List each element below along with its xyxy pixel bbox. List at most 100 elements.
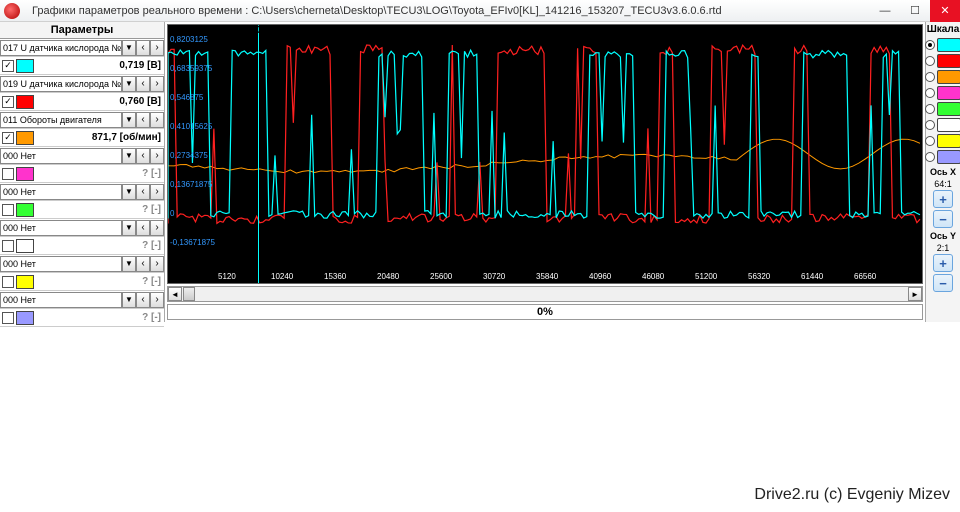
scale-color-5[interactable] — [937, 118, 960, 132]
zoom-y-in-button[interactable]: + — [933, 254, 953, 272]
param-prev-5[interactable]: ‹ — [136, 220, 150, 236]
x-tick: 40960 — [589, 272, 611, 281]
param-next-7[interactable]: › — [150, 292, 164, 308]
param-color-3[interactable] — [16, 167, 34, 181]
scale-radio-4[interactable] — [925, 104, 935, 114]
param-next-5[interactable]: › — [150, 220, 164, 236]
param-checkbox-0[interactable] — [2, 60, 14, 72]
param-select-6[interactable]: 000 Нет — [0, 256, 122, 272]
param-next-0[interactable]: › — [150, 40, 164, 56]
param-next-3[interactable]: › — [150, 148, 164, 164]
param-checkbox-5[interactable] — [2, 240, 14, 252]
scale-color-7[interactable] — [937, 150, 960, 164]
param-dropdown-3[interactable]: ▼ — [122, 148, 136, 164]
scale-color-6[interactable] — [937, 134, 960, 148]
param-select-2[interactable]: 011 Обороты двигателя — [0, 112, 122, 128]
scale-panel: Шкала Ось X 64:1 + − Ось Y 2:1 + − — [925, 22, 960, 322]
param-dropdown-1[interactable]: ▼ — [122, 76, 136, 92]
param-next-4[interactable]: › — [150, 184, 164, 200]
param-prev-6[interactable]: ‹ — [136, 256, 150, 272]
param-checkbox-2[interactable] — [2, 132, 14, 144]
scale-radio-2[interactable] — [925, 72, 935, 82]
x-tick: 30720 — [483, 272, 505, 281]
param-value-3: ? [-] — [36, 168, 164, 179]
param-color-1[interactable] — [16, 95, 34, 109]
param-checkbox-4[interactable] — [2, 204, 14, 216]
scale-color-3[interactable] — [937, 86, 960, 100]
y-tick: 0,13671875 — [170, 180, 212, 189]
param-dropdown-5[interactable]: ▼ — [122, 220, 136, 236]
param-dropdown-7[interactable]: ▼ — [122, 292, 136, 308]
zoom-x-out-button[interactable]: − — [933, 210, 953, 228]
chart-canvas[interactable]: 0,82031250,683593750,5468750,410156250,2… — [167, 24, 923, 284]
maximize-button[interactable]: ☐ — [900, 0, 930, 22]
x-tick: 51200 — [695, 272, 717, 281]
param-checkbox-7[interactable] — [2, 312, 14, 324]
param-checkbox-1[interactable] — [2, 96, 14, 108]
param-select-7[interactable]: 000 Нет — [0, 292, 122, 308]
horizontal-scrollbar[interactable]: ◄ ► — [167, 286, 923, 302]
scroll-right-arrow[interactable]: ► — [908, 287, 922, 301]
close-button[interactable]: ✕ — [930, 0, 960, 22]
scale-color-0[interactable] — [937, 38, 960, 52]
scale-radio-7[interactable] — [925, 152, 935, 162]
x-tick: 10240 — [271, 272, 293, 281]
scale-color-2[interactable] — [937, 70, 960, 84]
param-select-1[interactable]: 019 U датчика кислорода №1. Банк 2 — [0, 76, 122, 92]
param-select-3[interactable]: 000 Нет — [0, 148, 122, 164]
param-prev-7[interactable]: ‹ — [136, 292, 150, 308]
param-color-4[interactable] — [16, 203, 34, 217]
scale-color-4[interactable] — [937, 102, 960, 116]
scroll-thumb[interactable] — [183, 287, 195, 301]
param-value-2: 871,7 [об/мин] — [36, 132, 164, 143]
param-dropdown-4[interactable]: ▼ — [122, 184, 136, 200]
zoom-y-out-button[interactable]: − — [933, 274, 953, 292]
param-prev-0[interactable]: ‹ — [136, 40, 150, 56]
param-dropdown-0[interactable]: ▼ — [122, 40, 136, 56]
x-tick: 35840 — [536, 272, 558, 281]
x-tick: 56320 — [748, 272, 770, 281]
param-next-6[interactable]: › — [150, 256, 164, 272]
x-tick: 61440 — [801, 272, 823, 281]
x-tick: 20480 — [377, 272, 399, 281]
param-value-4: ? [-] — [36, 204, 164, 215]
param-dropdown-6[interactable]: ▼ — [122, 256, 136, 272]
parameters-sidebar: Параметры 017 U датчика кислорода №1. Ба… — [0, 22, 165, 322]
zoom-x-in-button[interactable]: + — [933, 190, 953, 208]
param-checkbox-3[interactable] — [2, 168, 14, 180]
param-select-0[interactable]: 017 U датчика кислорода №1. Банк 1 — [0, 40, 122, 56]
y-tick: 0,68359375 — [170, 64, 212, 73]
sidebar-header: Параметры — [0, 22, 164, 39]
scale-header: Шкала — [927, 22, 960, 37]
param-color-6[interactable] — [16, 275, 34, 289]
scale-radio-6[interactable] — [925, 136, 935, 146]
y-tick: 0,41015625 — [170, 122, 212, 131]
param-select-5[interactable]: 000 Нет — [0, 220, 122, 236]
scroll-left-arrow[interactable]: ◄ — [168, 287, 182, 301]
param-color-5[interactable] — [16, 239, 34, 253]
param-next-2[interactable]: › — [150, 112, 164, 128]
scale-radio-5[interactable] — [925, 120, 935, 130]
param-prev-3[interactable]: ‹ — [136, 148, 150, 164]
param-checkbox-6[interactable] — [2, 276, 14, 288]
scale-radio-0[interactable] — [925, 40, 935, 50]
minimize-button[interactable]: — — [870, 0, 900, 22]
param-prev-1[interactable]: ‹ — [136, 76, 150, 92]
param-select-4[interactable]: 000 Нет — [0, 184, 122, 200]
param-prev-2[interactable]: ‹ — [136, 112, 150, 128]
scale-radio-3[interactable] — [925, 88, 935, 98]
scale-radio-1[interactable] — [925, 56, 935, 66]
app-icon — [4, 3, 20, 19]
param-color-0[interactable] — [16, 59, 34, 73]
param-value-1: 0,760 [В] — [36, 96, 164, 107]
x-tick: 66560 — [854, 272, 876, 281]
param-color-2[interactable] — [16, 131, 34, 145]
param-dropdown-2[interactable]: ▼ — [122, 112, 136, 128]
param-color-7[interactable] — [16, 311, 34, 325]
axis-y-ratio: 2:1 — [937, 243, 950, 253]
param-next-1[interactable]: › — [150, 76, 164, 92]
scale-color-1[interactable] — [937, 54, 960, 68]
param-prev-4[interactable]: ‹ — [136, 184, 150, 200]
time-cursor[interactable] — [258, 25, 259, 283]
progress-label: 0% — [167, 304, 923, 320]
